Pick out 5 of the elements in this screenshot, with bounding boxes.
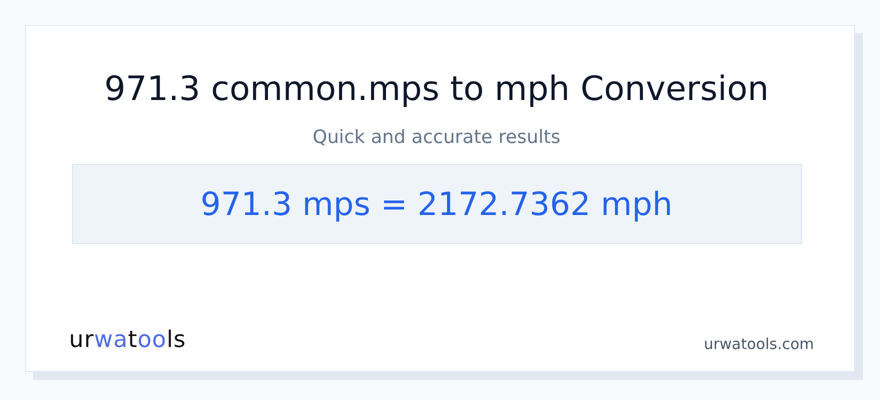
subtitle: Quick and accurate results (312, 127, 560, 148)
result-text: 971.3 mps = 2172.7362 mph (72, 164, 802, 244)
page-title: 971.3 common.mps to mph Conversion (104, 69, 769, 108)
logo: urwatools (69, 327, 186, 353)
site-address: urwatools.com (704, 335, 814, 353)
